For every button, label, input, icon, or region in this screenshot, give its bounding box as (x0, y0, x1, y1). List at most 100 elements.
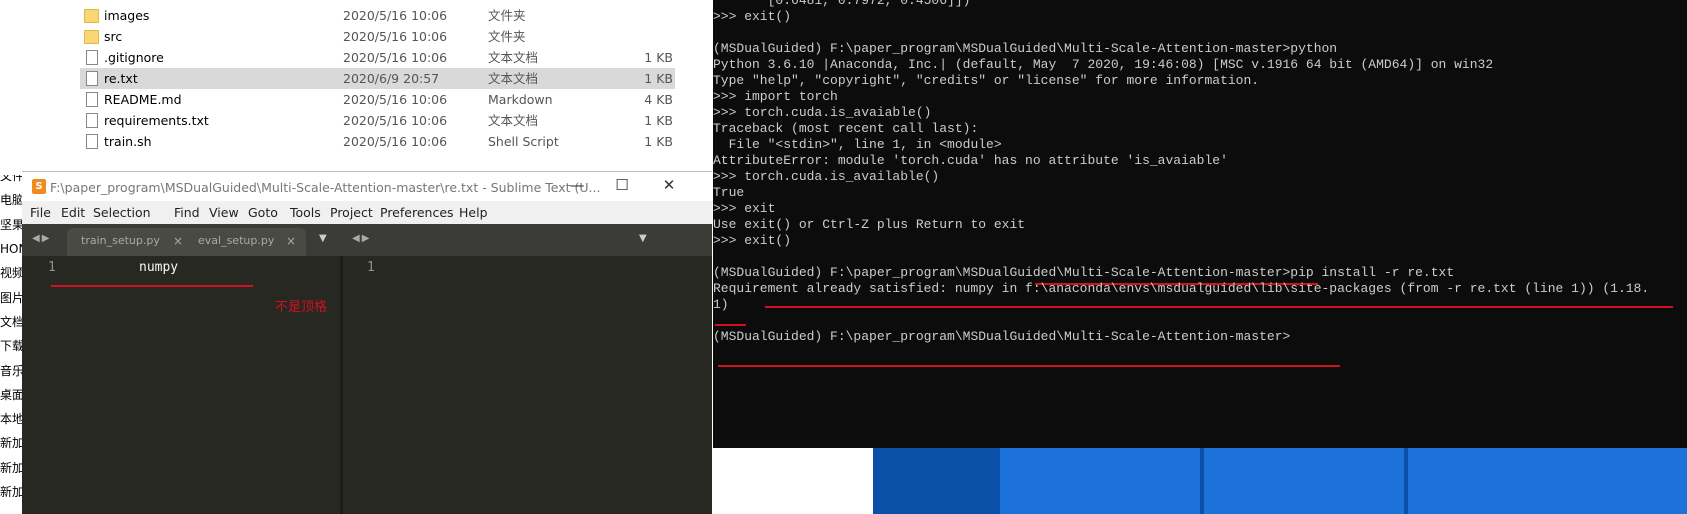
file-size: 4 KB (644, 92, 673, 107)
nav-item[interactable]: 桌面 (0, 384, 24, 406)
tab-nav-arrows-icon[interactable]: ◀▶ (32, 233, 51, 244)
nav-item[interactable]: 图片 (0, 287, 24, 309)
desktop-wallpaper-tile (1000, 448, 1200, 514)
file-icon (86, 92, 98, 107)
terminal-line: >>> exit() (713, 233, 792, 248)
nav-item[interactable]: 视频 (0, 262, 24, 284)
tab-eval-setup[interactable]: eval_setup.py × (184, 228, 306, 256)
file-date: 2020/6/9 20:57 (343, 71, 440, 86)
editor-pane-left[interactable]: 1 numpy 不是顶格 (22, 256, 340, 514)
file-row[interactable]: re.txt 2020/6/9 20:57 文本文档 1 KB (80, 68, 675, 89)
tab-dropdown-icon[interactable]: ▼ (639, 233, 647, 244)
editor-pane-right[interactable]: 1 (343, 256, 712, 514)
terminal-line: (MSDualGuided) F:\paper_program\MSDualGu… (713, 41, 1338, 56)
file-name: .gitignore (104, 50, 164, 65)
file-name: re.txt (104, 71, 138, 86)
file-name: src (104, 29, 123, 44)
desktop-wallpaper-tile (1408, 448, 1687, 514)
terminal-line: Use exit() or Ctrl-Z plus Return to exit (713, 217, 1026, 232)
terminal-line: >>> exit (713, 201, 776, 216)
command-prompt-window[interactable]: [0.6481, 0.7972, 0.4506]]) >>> exit() (MSD… (713, 0, 1687, 448)
file-type: 文本文档 (488, 71, 539, 86)
line-number: 1 (367, 260, 375, 275)
menu-item[interactable]: Goto (248, 205, 278, 220)
file-name: README.md (104, 92, 182, 107)
tab-close-icon[interactable]: × (286, 228, 296, 254)
terminal-line: Type "help", "copyright", "credits" or "… (713, 73, 1260, 88)
file-type: Shell Script (488, 134, 559, 149)
file-icon (86, 50, 98, 65)
menu-item[interactable]: Help (459, 205, 488, 220)
terminal-line: AttributeError: module 'torch.cuda' has … (713, 153, 1228, 168)
file-date: 2020/5/16 10:06 (343, 134, 448, 149)
terminal-line: Python 3.6.10 |Anaconda, Inc.| (default,… (713, 57, 1494, 72)
tab-dropdown-icon[interactable]: ▼ (319, 233, 327, 244)
file-row[interactable]: requirements.txt 2020/5/16 10:06 文本文档 1 KB (80, 110, 675, 131)
terminal-line: Traceback (most recent call last): (713, 121, 979, 136)
tab-train-setup[interactable]: train_setup.py × (67, 228, 193, 256)
terminal-line: >>> torch.cuda.is_avaiable() (713, 105, 932, 120)
menu-item[interactable]: Edit (61, 205, 85, 220)
file-row[interactable]: README.md 2020/5/16 10:06 Markdown 4 KB (80, 89, 675, 110)
file-row[interactable]: images 2020/5/16 10:06 文件夹 (80, 5, 675, 26)
file-date: 2020/5/16 10:06 (343, 50, 448, 65)
file-row[interactable]: src 2020/5/16 10:06 文件夹 (80, 26, 675, 47)
menu-item[interactable]: Find (174, 205, 200, 220)
annotation-text: 不是顶格 (275, 300, 328, 315)
file-icon (86, 71, 98, 86)
terminal-line: (MSDualGuided) F:\paper_program\MSDualGu… (713, 329, 1291, 344)
file-icon (86, 113, 98, 128)
nav-item[interactable]: 音乐 (0, 360, 24, 382)
terminal-line: >>> exit() (713, 9, 792, 24)
file-row[interactable]: .gitignore 2020/5/16 10:06 文本文档 1 KB (80, 47, 675, 68)
file-type: 文本文档 (488, 50, 539, 65)
file-size: 1 KB (644, 50, 673, 65)
code-line[interactable]: numpy (139, 260, 178, 275)
file-icon (86, 134, 98, 149)
terminal-line: >>> torch.cuda.is_available() (713, 169, 940, 184)
file-date: 2020/5/16 10:06 (343, 113, 448, 128)
red-underline (51, 285, 253, 287)
terminal-line: Requirement already satisfied: numpy in … (713, 281, 1650, 296)
desktop-background (873, 448, 1687, 514)
maximize-button[interactable]: ☐ (607, 176, 637, 194)
menu-item[interactable]: Tools (290, 205, 321, 220)
sublime-text-window: S F:\paper_program\MSDualGuided\Multi-Sc… (22, 171, 712, 514)
sublime-logo-icon: S (32, 179, 46, 194)
nav-item[interactable]: 文档 (0, 311, 24, 333)
file-size: 1 KB (644, 71, 673, 86)
terminal-line: (MSDualGuided) F:\paper_program\MSDualGu… (713, 265, 1455, 280)
nav-item[interactable]: 下载 (0, 335, 24, 357)
red-underline (718, 365, 1340, 367)
menu-item[interactable]: Preferences (380, 205, 454, 220)
desktop-wallpaper-tile (1204, 448, 1404, 514)
menu-item[interactable]: View (209, 205, 239, 220)
folder-icon (84, 9, 99, 23)
window-title: F:\paper_program\MSDualGuided\Multi-Scal… (50, 180, 601, 195)
file-name: images (104, 8, 150, 23)
file-type: 文件夹 (488, 29, 526, 44)
minimize-button[interactable]: — (562, 176, 592, 194)
line-number: 1 (48, 260, 56, 275)
menu-item[interactable]: Selection (93, 205, 151, 220)
file-type: 文本文档 (488, 113, 539, 128)
tab-close-icon[interactable]: × (173, 228, 183, 254)
terminal-line: >>> import torch (713, 89, 838, 104)
file-row[interactable]: train.sh 2020/5/16 10:06 Shell Script 1 KB (80, 131, 675, 152)
terminal-line: 1) (713, 297, 729, 312)
menu-item[interactable]: Project (330, 205, 373, 220)
nav-item[interactable]: 电脑 (0, 189, 24, 211)
terminal-line: File "<stdin>", line 1, in <module> (713, 137, 1002, 152)
file-date: 2020/5/16 10:06 (343, 8, 448, 23)
file-date: 2020/5/16 10:06 (343, 29, 448, 44)
title-bar[interactable]: S F:\paper_program\MSDualGuided\Multi-Sc… (22, 171, 712, 202)
menu-item[interactable]: File (30, 205, 51, 220)
terminal-line: [0.6481, 0.7972, 0.4506]]) (713, 0, 971, 8)
tab-nav-arrows-icon[interactable]: ◀▶ (352, 233, 371, 244)
tab-label: eval_setup.py (198, 234, 275, 247)
red-underline (765, 306, 1673, 308)
close-button[interactable]: ✕ (654, 176, 684, 194)
menu-bar: File Edit Selection Find View Goto Tools Projec… (22, 201, 712, 224)
file-size: 1 KB (644, 134, 673, 149)
file-date: 2020/5/16 10:06 (343, 92, 448, 107)
